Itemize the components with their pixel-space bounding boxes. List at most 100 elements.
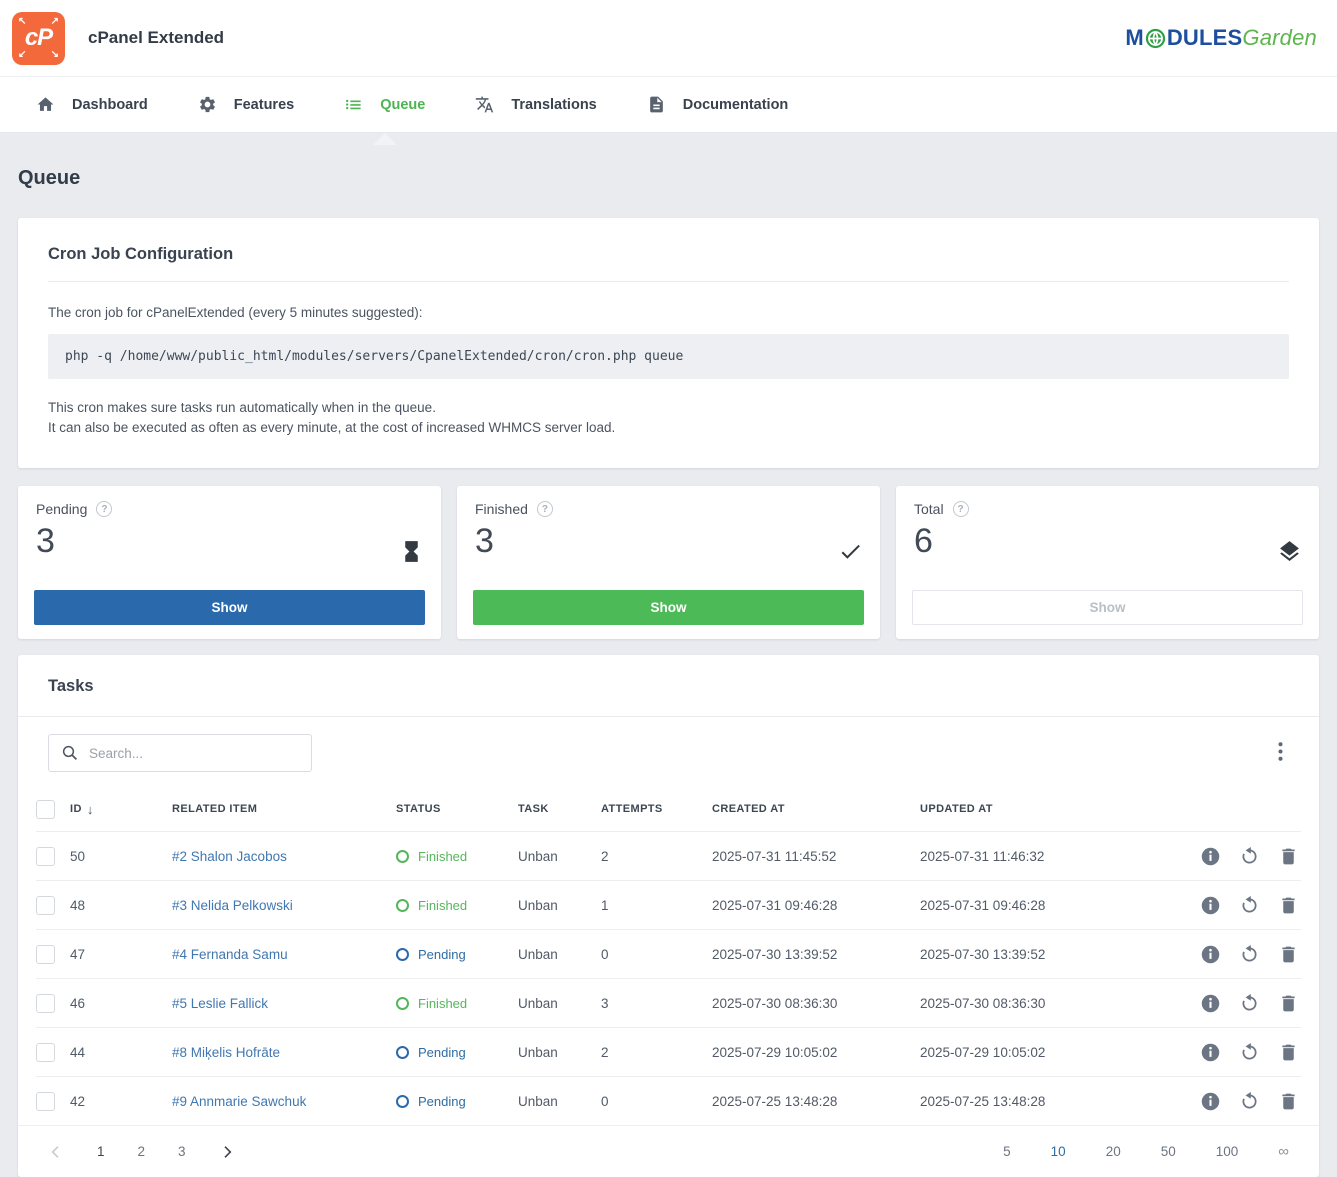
retry-icon: [1239, 1091, 1260, 1112]
help-icon[interactable]: ?: [96, 501, 112, 517]
row-checkbox[interactable]: [36, 945, 55, 964]
cpanel-logo: ↖ ↗ cP ↙ ↘: [12, 12, 65, 65]
retry-button[interactable]: [1237, 991, 1262, 1016]
delete-button[interactable]: [1276, 844, 1301, 869]
table-row: 44 #8 Miķelis Hofrāte Pending Unban 2 20…: [36, 1027, 1301, 1076]
nav-item-translations[interactable]: Translations: [453, 77, 618, 132]
info-button[interactable]: [1198, 991, 1223, 1016]
cell-id: 50: [70, 849, 172, 864]
cell-task: Unban: [518, 1094, 601, 1109]
table-options-button[interactable]: [1272, 738, 1289, 768]
cron-config-card: Cron Job Configuration The cron job for …: [18, 218, 1319, 468]
chevron-right-icon: [219, 1144, 235, 1160]
stat-label: Pending: [36, 501, 87, 517]
column-task[interactable]: TASK: [518, 803, 601, 815]
show-total-button[interactable]: Show: [912, 590, 1303, 625]
page-button-3[interactable]: 3: [178, 1144, 186, 1159]
status-badge: Pending: [396, 1094, 518, 1109]
nav-item-documentation[interactable]: Documentation: [625, 77, 811, 132]
show-pending-button[interactable]: Show: [34, 590, 425, 625]
retry-button[interactable]: [1237, 844, 1262, 869]
status-badge: Finished: [396, 996, 518, 1011]
page-size-100[interactable]: 100: [1216, 1144, 1239, 1159]
search-box: [48, 734, 312, 772]
related-item-link[interactable]: #3 Nelida Pelkowski: [172, 898, 396, 913]
page-size-50[interactable]: 50: [1161, 1144, 1176, 1159]
page-size-5[interactable]: 5: [1003, 1144, 1011, 1159]
retry-icon: [1239, 993, 1260, 1014]
stat-card-finished: Finished ? 3 Show: [457, 486, 880, 639]
help-icon[interactable]: ?: [953, 501, 969, 517]
nav-item-queue[interactable]: Queue: [322, 77, 447, 132]
nav-item-features[interactable]: Features: [176, 77, 316, 132]
nav-label: Features: [234, 97, 294, 113]
retry-button[interactable]: [1237, 893, 1262, 918]
page-size-infinity-icon[interactable]: ∞: [1278, 1143, 1289, 1160]
info-button[interactable]: [1198, 1040, 1223, 1065]
retry-button[interactable]: [1237, 1040, 1262, 1065]
row-checkbox[interactable]: [36, 896, 55, 915]
cell-updated-at: 2025-07-31 09:46:28: [920, 898, 1171, 913]
column-status[interactable]: STATUS: [396, 803, 518, 815]
related-item-link[interactable]: #2 Shalon Jacobos: [172, 849, 396, 864]
retry-button[interactable]: [1237, 1089, 1262, 1114]
delete-button[interactable]: [1276, 1089, 1301, 1114]
delete-button[interactable]: [1276, 1040, 1301, 1065]
show-finished-button[interactable]: Show: [473, 590, 864, 625]
cell-attempts: 0: [601, 1094, 712, 1109]
search-input[interactable]: [89, 746, 299, 761]
info-button[interactable]: [1198, 1089, 1223, 1114]
cell-attempts: 2: [601, 849, 712, 864]
tasks-toolbar: [18, 717, 1319, 787]
select-all-checkbox[interactable]: [36, 800, 55, 819]
info-icon: [1200, 895, 1221, 916]
status-label: Pending: [418, 947, 466, 962]
cell-task: Unban: [518, 947, 601, 962]
table-row: 47 #4 Fernanda Samu Pending Unban 0 2025…: [36, 929, 1301, 978]
cell-task: Unban: [518, 898, 601, 913]
help-icon[interactable]: ?: [537, 501, 553, 517]
column-related-item[interactable]: RELATED ITEM: [172, 803, 396, 815]
column-id[interactable]: ID↓: [70, 802, 172, 817]
table-header-row: ID↓ RELATED ITEM STATUS TASK ATTEMPTS CR…: [36, 787, 1301, 831]
row-checkbox[interactable]: [36, 1043, 55, 1062]
list-icon: [344, 95, 363, 114]
next-page-button[interactable]: [219, 1144, 235, 1160]
column-updated-at[interactable]: UPDATED AT: [920, 803, 1171, 815]
page-size-20[interactable]: 20: [1106, 1144, 1121, 1159]
info-button[interactable]: [1198, 893, 1223, 918]
status-ring-icon: [396, 948, 409, 961]
page-button-2[interactable]: 2: [138, 1144, 146, 1159]
column-created-at[interactable]: CREATED AT: [712, 803, 920, 815]
cell-created-at: 2025-07-25 13:48:28: [712, 1094, 920, 1109]
cpanel-logo-glyph: cP: [25, 24, 52, 52]
delete-button[interactable]: [1276, 893, 1301, 918]
page-button-1[interactable]: 1: [97, 1144, 105, 1159]
status-ring-icon: [396, 1095, 409, 1108]
stat-value: 6: [912, 522, 1303, 561]
retry-button[interactable]: [1237, 942, 1262, 967]
tasks-title: Tasks: [48, 677, 1289, 696]
nav-item-dashboard[interactable]: Dashboard: [14, 77, 170, 132]
related-item-link[interactable]: #9 Annmarie Sawchuk: [172, 1094, 396, 1109]
related-item-link[interactable]: #5 Leslie Fallick: [172, 996, 396, 1011]
related-item-link[interactable]: #4 Fernanda Samu: [172, 947, 396, 962]
status-ring-icon: [396, 850, 409, 863]
row-checkbox[interactable]: [36, 847, 55, 866]
cell-updated-at: 2025-07-29 10:05:02: [920, 1045, 1171, 1060]
row-checkbox[interactable]: [36, 1092, 55, 1111]
delete-button[interactable]: [1276, 942, 1301, 967]
row-checkbox[interactable]: [36, 994, 55, 1013]
info-button[interactable]: [1198, 942, 1223, 967]
column-attempts[interactable]: ATTEMPTS: [601, 803, 712, 815]
page-content: Queue Cron Job Configuration The cron jo…: [0, 167, 1337, 1177]
info-button[interactable]: [1198, 844, 1223, 869]
prev-page-button[interactable]: [48, 1144, 64, 1160]
related-item-link[interactable]: #8 Miķelis Hofrāte: [172, 1045, 396, 1060]
cell-attempts: 3: [601, 996, 712, 1011]
page-size-10[interactable]: 10: [1051, 1144, 1066, 1159]
search-icon: [61, 744, 79, 762]
delete-button[interactable]: [1276, 991, 1301, 1016]
expand-arrow-icon: ↗: [51, 17, 59, 27]
stat-card-pending: Pending ? 3 Show: [18, 486, 441, 639]
